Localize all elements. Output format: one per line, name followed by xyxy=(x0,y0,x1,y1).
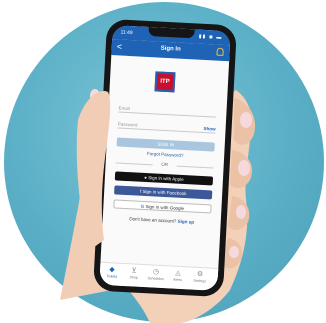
thumb-overlay xyxy=(76,91,111,250)
